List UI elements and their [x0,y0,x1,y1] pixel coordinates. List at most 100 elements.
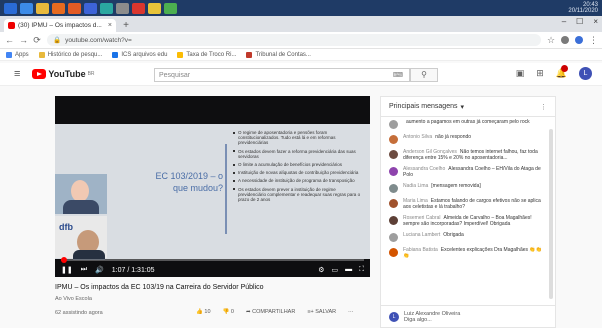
folder-icon[interactable] [36,2,49,14]
close-tab-icon[interactable]: × [108,22,112,29]
chat-input[interactable]: L Luiz Alexandre Oliveira Diga algo... [381,305,555,327]
video-time: 1:07 / 1:31:05 [111,266,155,274]
chat-header[interactable]: Principais mensagens ▾ ⋮ [381,97,555,117]
bookmark-icon [246,51,253,58]
menu-dots-icon[interactable]: ⋮ [589,35,598,46]
like-button[interactable]: 👍 10 [196,309,211,315]
theater-mode-icon[interactable]: ▬ [345,266,352,274]
youtube-logo[interactable]: YouTube BR [32,69,95,79]
bookmark-history[interactable]: Histórico de pesqu... [38,51,102,58]
bookmark-apps[interactable]: Apps [6,51,29,58]
next-icon[interactable]: ⏭ [81,266,87,274]
chevron-down-icon: ▾ [460,103,464,111]
fullscreen-icon[interactable]: ⛶ [359,266,364,274]
chat-text: não já respondo [435,134,472,140]
notification-badge [560,65,568,72]
bookmark-icon [112,51,119,58]
create-video-icon[interactable]: ▣ [516,68,525,79]
bookmark-taxa[interactable]: Taxa de Troco Ri... [177,51,237,58]
hamburger-menu-icon[interactable]: ≡ [14,68,20,80]
forward-icon[interactable]: → [19,35,28,45]
share-button[interactable]: ➦ COMPARTILHAR [246,309,295,315]
start-icon[interactable] [4,2,17,14]
bookmark-tribunal[interactable]: Tribunal de Contas... [246,51,311,58]
miniplayer-icon[interactable]: ▭ [331,266,338,274]
settings-gear-icon[interactable]: ⚙ [318,266,324,274]
app-icon-red[interactable] [132,2,145,14]
media-player-icon[interactable] [52,2,65,14]
chat-message[interactable]: Anderson Gil Gonçalves Não temos internet… [389,149,547,161]
app-icon-gray[interactable] [116,2,129,14]
slide-bullet: Os estados devem prever a instituição de… [233,187,365,203]
slide-title: EC 103/2019 – o que mudou? [155,171,223,193]
save-label: SALVAR [315,309,337,315]
url-input[interactable]: 🔒 youtube.com/watch?v= [47,34,541,46]
reload-icon[interactable]: ⟳ [33,35,41,46]
bookmark-label: Taxa de Troco Ri... [186,51,237,58]
chat-author: Nadia Lima [403,183,429,189]
avatar [389,248,398,257]
chat-message[interactable]: Alessandra Coelho Alessandra Coelho – EH/… [389,166,547,178]
video-viewers: 62 assistindo agora [55,310,103,316]
keyboard-icon[interactable]: ⌨ [393,71,403,79]
header-actions: ▣ ⊞ 🔔 L [516,65,592,80]
player-controls: ❚❚ ⏭ 🔊 1:07 / 1:31:05 ⚙ ▭ ▬ ⛶ [55,263,370,277]
star-icon[interactable]: ☆ [547,35,555,46]
new-tab-button[interactable]: + [120,20,132,32]
like-count: 10 [204,309,211,315]
search-button[interactable]: ⚲ [410,68,438,82]
chat-more-icon[interactable]: ⋮ [540,103,547,111]
browser-tab-active[interactable]: (30) IPMU – Os impactos d... × [4,19,116,32]
app-icon-blue[interactable] [84,2,97,14]
dislike-button[interactable]: 👎 0 [223,309,234,315]
pause-icon[interactable]: ❚❚ [61,266,73,274]
chat-message-body: Anderson Gil Gonçalves Não temos internet… [403,149,547,161]
chat-message[interactable]: Rosemeri Cabral Almeida de Carvalho – Boa… [389,215,547,227]
video-actions: 👍 10 👎 0 ➦ COMPARTILHAR ≡+ SALVAR ⋯ [196,309,354,315]
back-icon[interactable]: ← [5,35,14,45]
search-input[interactable]: Pesquisar ⌨ [154,68,410,82]
firefox-icon[interactable] [68,2,81,14]
chat-message-body: Luciana Lambert Obrigada [403,232,464,242]
chat-author: Luciana Lambert [403,232,441,238]
avatar [389,135,398,144]
app-icon-yellow[interactable] [148,2,161,14]
chat-placeholder: Diga algo... [404,316,432,323]
minimize-icon[interactable]: – [562,17,566,26]
webcam-speaker: dfb [55,216,107,260]
avatar[interactable]: L [579,67,592,80]
bookmark-ics[interactable]: ICS arquivos edu [112,51,167,58]
clock-date: 20/11/2020 [568,8,598,14]
volume-icon[interactable]: 🔊 [95,266,104,274]
chat-message[interactable]: Maria Lima Estamos falando de cargos efet… [389,198,547,210]
youtube-play-icon [32,69,47,79]
apps-grid-icon [6,51,12,58]
chat-message[interactable]: Nadia Lima [mensagem removida] [389,183,547,193]
maximize-icon[interactable]: ☐ [576,17,583,26]
slide-bullet: Instituição de novas alíquotas de contri… [233,170,365,175]
chat-header-label: Principais mensagens [389,103,458,110]
profile-icon[interactable] [575,36,583,44]
extension-icon[interactable] [561,36,569,44]
chat-message-body: Fabiana Batista Excelentes explicações Dr… [403,247,547,259]
chat-message[interactable]: Antonio Silva não já respondo [389,134,547,144]
save-button[interactable]: ≡+ SALVAR [307,309,336,315]
ie-icon[interactable] [20,2,33,14]
more-actions-icon[interactable]: ⋯ [348,309,354,315]
chat-message[interactable]: Luciana Lambert Obrigada [389,232,547,242]
apps-icon[interactable]: ⊞ [536,68,544,79]
video-progress-bar[interactable] [61,257,364,263]
app-icon-teal[interactable] [100,2,113,14]
video-channel[interactable]: Ao Vivo Escola [55,296,92,302]
close-window-icon[interactable]: × [593,17,598,26]
chat-message[interactable]: aumento a pagamos em outras já começaram… [389,119,547,129]
avatar: L [389,311,399,322]
video-player[interactable]: dfb EC 103/2019 – o que mudou? O regime … [55,96,370,277]
system-clock[interactable]: 20:43 20/11/2020 [568,2,598,14]
chat-message-body: Maria Lima Estamos falando de cargos efet… [403,198,547,210]
slide-bullet: A necessidade de instituição de programa… [233,178,365,183]
notifications-icon[interactable]: 🔔 [556,65,568,79]
chat-scrollbar[interactable] [549,129,553,299]
chat-message[interactable]: Fabiana Batista Excelentes explicações Dr… [389,247,547,259]
chrome-icon[interactable] [164,2,177,14]
